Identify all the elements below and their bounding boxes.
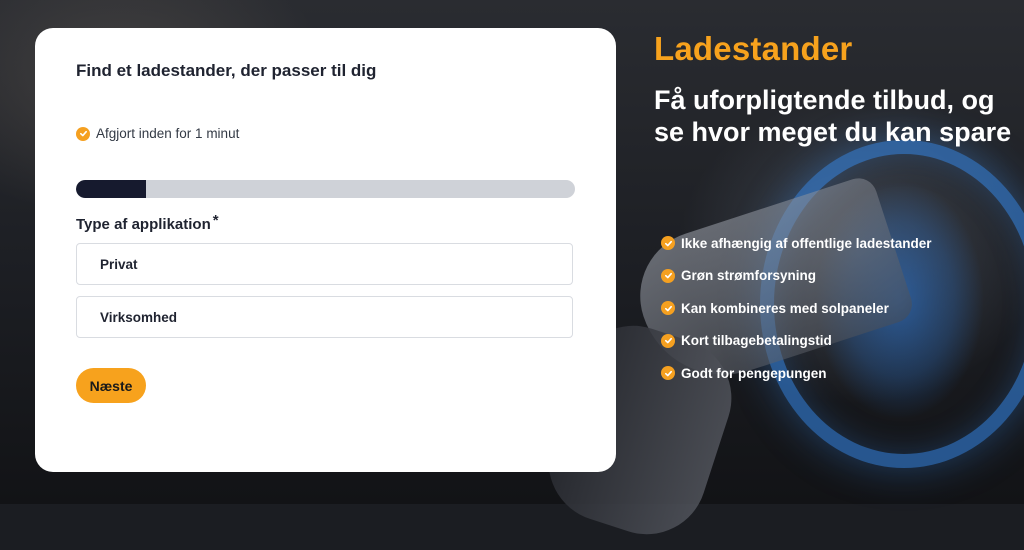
option-virksomhed-label: Virksomhed [100, 309, 178, 325]
check-icon [661, 366, 675, 381]
option-virksomhed[interactable]: Virksomhed [76, 296, 573, 338]
progress-bar [76, 180, 575, 198]
check-icon [661, 268, 675, 283]
benefits-list: Ikke afhængig af offentlige ladestander … [661, 227, 932, 390]
benefit-text: Grøn strømforsyning [681, 268, 817, 284]
time-note-text: Afgjort inden for 1 minut [96, 126, 240, 141]
application-type-label-text: Type af applikation [76, 216, 211, 233]
check-icon [661, 333, 675, 348]
benefit-text: Ikke afhængig af offentlige ladestander [681, 235, 932, 251]
quote-form-card: Find et ladestander, der passer til dig … [35, 28, 616, 472]
progress-bar-fill [76, 180, 146, 198]
benefit-text: Kort tilbagebetalingstid [681, 333, 832, 349]
benefit-text: Kan kombineres med solpaneler [681, 300, 889, 316]
required-marker: * [212, 212, 219, 229]
hero-subtitle: Få uforpligtende tilbud, og se hvor mege… [654, 85, 1012, 147]
benefit-item: Kan kombineres med solpaneler [661, 292, 932, 325]
check-icon [661, 236, 675, 251]
next-button[interactable]: Næste [76, 368, 146, 403]
time-note: Afgjort inden for 1 minut [76, 126, 239, 141]
benefit-item: Godt for pengepungen [661, 357, 932, 390]
hero-title: Ladestander [654, 30, 853, 67]
benefit-item: Kort tilbagebetalingstid [661, 325, 932, 358]
benefit-item: Grøn strømforsyning [661, 260, 932, 293]
check-icon [76, 126, 90, 141]
option-privat[interactable]: Privat [76, 243, 573, 285]
form-title: Find et ladestander, der passer til dig [76, 61, 377, 80]
check-icon [661, 301, 675, 316]
option-privat-label: Privat [100, 256, 138, 272]
application-type-label: Type af applikation * [76, 212, 219, 233]
benefit-text: Godt for pengepungen [681, 365, 827, 381]
benefit-item: Ikke afhængig af offentlige ladestander [661, 227, 932, 260]
